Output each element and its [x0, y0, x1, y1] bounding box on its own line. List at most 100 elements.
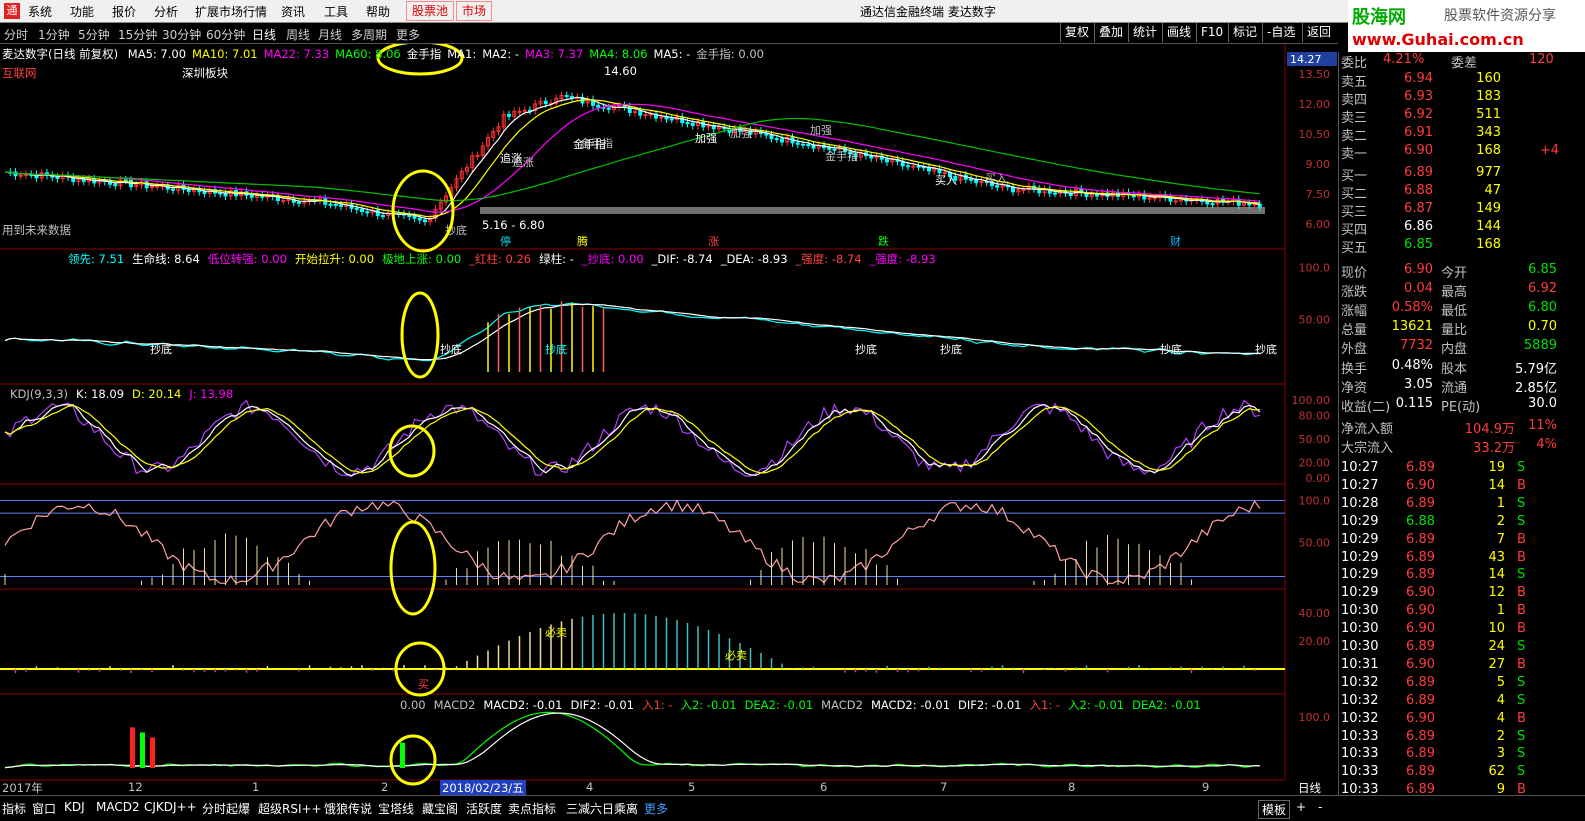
- candle-body: [223, 193, 228, 197]
- tick-volume: 3: [1496, 746, 1505, 762]
- menu-item-help[interactable]: 帮助: [366, 3, 390, 20]
- menu-item-news[interactable]: 资讯: [281, 3, 305, 20]
- quote-cell: 外盘: [1341, 342, 1368, 357]
- legend-label: MA10: 7.01: [192, 47, 258, 61]
- quote-row: 买一 6.89 977: [1339, 165, 1561, 184]
- indicator-tab[interactable]: 窗口: [32, 800, 56, 817]
- quote-cell: 涨跌: [1341, 285, 1368, 300]
- menu-item-tools[interactable]: 工具: [324, 3, 348, 20]
- tab-period-15min[interactable]: 15分钟: [118, 26, 157, 43]
- tick-price: 6.90: [1406, 603, 1435, 619]
- kdj-axis-label: 0.00: [1306, 472, 1331, 485]
- indicator-tab[interactable]: 指标: [2, 800, 26, 817]
- indicator-tab[interactable]: 饿狼传说: [324, 800, 372, 817]
- menu-item-extended-market[interactable]: 扩展市场行情: [195, 3, 267, 20]
- quote-row: 大宗流入 33.2万 4%: [1339, 437, 1561, 456]
- price-axis-label: 12.00: [1299, 98, 1331, 111]
- candle-body: [806, 144, 811, 147]
- pane6-bar: [150, 737, 155, 768]
- candle-body: [1173, 200, 1178, 203]
- tab-period-30min[interactable]: 30分钟: [162, 26, 201, 43]
- menu-item-function[interactable]: 功能: [70, 3, 94, 20]
- quote-row: 10:28 6.89 1 S: [1339, 496, 1561, 514]
- toolbar-stats-button[interactable]: 统计: [1128, 23, 1162, 42]
- template-button[interactable]: 模板: [1258, 800, 1291, 819]
- quote-cell: 卖四: [1341, 93, 1368, 108]
- toolbar-mark-button[interactable]: 标记: [1228, 23, 1262, 42]
- tab-period-more[interactable]: 更多: [396, 26, 420, 43]
- candle-body: [643, 114, 648, 117]
- candle-body: [769, 134, 774, 140]
- tab-period-monthly[interactable]: 月线: [318, 26, 342, 43]
- toolbar-f10-button[interactable]: F10: [1196, 23, 1228, 42]
- order-ratio-row: 委比 4.21% 委差 120: [1339, 52, 1561, 71]
- toolbar-overlay-button[interactable]: 叠加: [1094, 23, 1128, 42]
- candle-body: [360, 208, 364, 213]
- tab-period-timeshare[interactable]: 分时: [4, 26, 28, 43]
- indicator-tab[interactable]: 更多: [644, 800, 668, 817]
- tab-period-daily[interactable]: 日线: [252, 26, 276, 43]
- indicator-tab[interactable]: 超级RSI++: [258, 800, 322, 817]
- tick-side: B: [1517, 603, 1526, 619]
- indicator-tab[interactable]: KDJ: [64, 800, 85, 814]
- ask-change: +4: [1539, 143, 1559, 158]
- menu-item-analysis[interactable]: 分析: [154, 3, 178, 20]
- industry-label: 互联网: [2, 66, 37, 80]
- chart-area[interactable]: 13.50 12.00 10.50 9.00 7.50 6.00 14.27 追涨 金手指 加强加…: [0, 44, 1337, 794]
- tab-period-5min[interactable]: 5分钟: [78, 26, 110, 43]
- period-indicator: 日线: [1298, 781, 1321, 795]
- app-logo-icon: 通: [4, 3, 20, 19]
- quote-row: 收益(二) 0.115 PE(动) 30.0: [1339, 396, 1561, 415]
- indicator-tab[interactable]: 三减六日乘离: [566, 800, 638, 817]
- bid-price: 6.87: [1404, 201, 1433, 216]
- indicator-tab[interactable]: 分时起爆: [202, 800, 250, 817]
- tick-volume: 1: [1496, 495, 1505, 511]
- price-axis-label: 7.50: [1306, 188, 1331, 201]
- toolbar-back-button[interactable]: 返回: [1302, 23, 1336, 42]
- toolbar-draw-button[interactable]: 画线: [1162, 23, 1196, 42]
- indicator-tab[interactable]: 卖点指标: [508, 800, 556, 817]
- legend-label: 入2: -0.01: [680, 698, 737, 712]
- menu-item-quote[interactable]: 报价: [112, 3, 136, 20]
- indicator-tab[interactable]: CJKDJ++: [144, 800, 197, 814]
- legend-label: MA5: 7.00: [127, 47, 187, 61]
- price-axis-label: 13.50: [1299, 68, 1331, 81]
- tab-period-60min[interactable]: 60分钟: [206, 26, 245, 43]
- price-axis-label: 6.00: [1306, 218, 1331, 231]
- quote-cell: 买四: [1341, 223, 1368, 238]
- ask-price: 6.91: [1404, 125, 1433, 140]
- tick-volume: 14: [1488, 567, 1505, 583]
- indicator-tab[interactable]: 宝塔线: [378, 800, 414, 817]
- toolbar-watchlist-button[interactable]: -自选: [1262, 23, 1300, 42]
- label: 委差: [1451, 56, 1478, 71]
- indicator-tab[interactable]: MACD2: [96, 800, 140, 814]
- legend-label: MACD2: [433, 698, 476, 712]
- tab-period-1min[interactable]: 1分钟: [38, 26, 70, 43]
- toolbar-fuquan-button[interactable]: 复权: [1060, 23, 1094, 42]
- zoom-in-button[interactable]: +: [1296, 800, 1306, 814]
- quote-cell: 6.85: [1528, 262, 1557, 277]
- tick-volume: 27: [1488, 656, 1505, 672]
- zoom-out-button[interactable]: -: [1318, 800, 1322, 814]
- indicator-tab[interactable]: 活跃度: [466, 800, 502, 817]
- value: 4.21%: [1383, 52, 1425, 67]
- indicator-tab[interactable]: 藏宝阁: [422, 800, 458, 817]
- quote-row: 10:33 6.89 62 S: [1339, 764, 1561, 782]
- menu-item-system[interactable]: 系统: [28, 3, 52, 20]
- quote-cell: 卖五: [1341, 75, 1368, 90]
- tab-period-weekly[interactable]: 周线: [286, 26, 310, 43]
- tab-period-multi[interactable]: 多周期: [351, 26, 387, 43]
- legend-label: 绿柱: -: [539, 252, 574, 266]
- legend-label: 低位转强: 0.00: [207, 252, 287, 266]
- quote-cell: 流通: [1441, 381, 1468, 396]
- ask-price: 6.93: [1404, 89, 1433, 104]
- tick-time: 10:28: [1341, 495, 1379, 511]
- indicator-charts-svg[interactable]: 13.5012.0010.509.007.506.0014.27追涨金手指加强加…: [0, 44, 1338, 794]
- bid-qty: 168: [1476, 237, 1501, 252]
- legend-label: MA60: 8.06: [335, 47, 401, 61]
- tick-price: 6.89: [1406, 674, 1435, 690]
- pane4-axis-label: 50.00: [1299, 537, 1331, 550]
- quote-row: 10:33 6.89 2 S: [1339, 729, 1561, 747]
- menu-item-market[interactable]: 市场: [456, 1, 493, 21]
- menu-item-stock-pool[interactable]: 股票池: [406, 1, 455, 21]
